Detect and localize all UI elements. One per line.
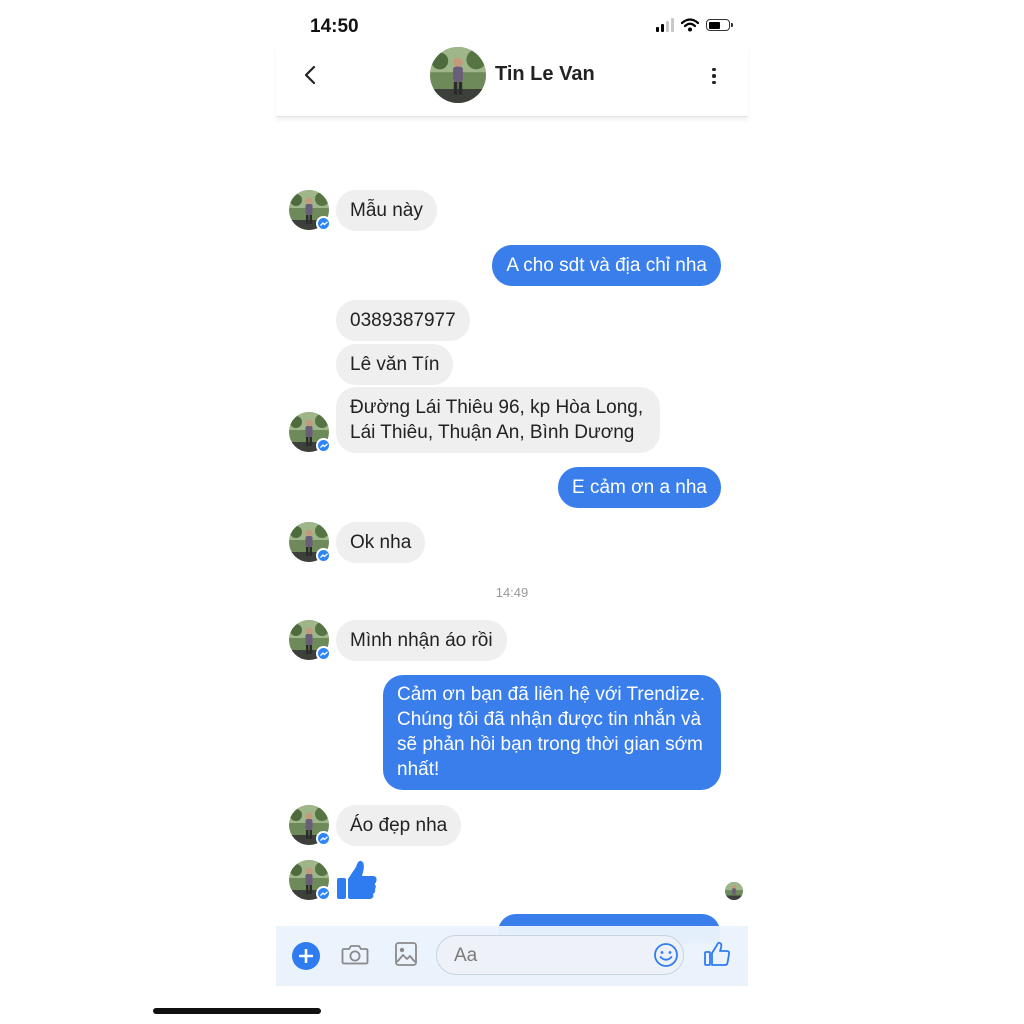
battery-icon bbox=[706, 19, 733, 31]
back-button[interactable] bbox=[298, 60, 322, 90]
signal-icon bbox=[656, 18, 674, 32]
messenger-badge-icon bbox=[316, 438, 331, 453]
sender-avatar[interactable] bbox=[289, 860, 331, 901]
thumbs-up-icon[interactable] bbox=[336, 858, 378, 902]
messenger-badge-icon bbox=[316, 886, 331, 901]
composer-bar: Aa bbox=[276, 926, 748, 986]
contact-name[interactable]: Tin Le Van bbox=[495, 63, 595, 86]
status-time: 14:50 bbox=[310, 16, 359, 37]
conversation-header: Tin Le Van bbox=[276, 44, 748, 117]
emoji-icon[interactable] bbox=[653, 942, 679, 968]
message-line: Đường Lái Thiêu 96, kp Hòa Long, bbox=[350, 397, 644, 418]
sender-avatar[interactable] bbox=[289, 522, 331, 563]
more-icon bbox=[712, 67, 716, 72]
message-line: Lái Thiêu, Thuận An, Bình Dương bbox=[350, 422, 635, 443]
message-line: Cảm ơn bạn đã liên hệ với Trendize. bbox=[397, 684, 705, 705]
sender-avatar[interactable] bbox=[289, 190, 331, 231]
sender-avatar[interactable] bbox=[289, 412, 331, 453]
camera-icon[interactable] bbox=[341, 942, 369, 966]
message-timestamp: 14:49 bbox=[495, 585, 529, 600]
incoming-message[interactable]: Đường Lái Thiêu 96, kp Hòa Long, Lái Thi… bbox=[336, 387, 660, 453]
status-icons bbox=[656, 18, 733, 32]
message-line: sẽ phản hồi bạn trong thời gian sớm bbox=[397, 734, 703, 755]
outgoing-message[interactable]: A cho sdt và địa chỉ nha bbox=[492, 245, 721, 286]
plus-icon bbox=[299, 949, 313, 963]
outgoing-message[interactable]: Cảm ơn bạn đã liên hệ với Trendize. Chún… bbox=[383, 675, 721, 790]
image-icon[interactable] bbox=[394, 941, 418, 967]
like-icon[interactable] bbox=[703, 940, 731, 968]
more-options-button[interactable] bbox=[704, 64, 724, 88]
sender-avatar[interactable] bbox=[289, 620, 331, 661]
incoming-message[interactable]: Mẫu này bbox=[336, 190, 437, 231]
message-input-placeholder: Aa bbox=[454, 945, 478, 966]
sender-avatar[interactable] bbox=[289, 805, 331, 846]
home-indicator[interactable] bbox=[153, 1008, 321, 1014]
seen-indicator-avatar bbox=[725, 882, 743, 900]
contact-avatar[interactable] bbox=[430, 47, 486, 103]
back-icon bbox=[304, 65, 316, 85]
messenger-badge-icon bbox=[316, 216, 331, 231]
incoming-message[interactable]: Lê văn Tín bbox=[336, 344, 454, 385]
incoming-message[interactable]: Ok nha bbox=[336, 522, 426, 563]
messenger-badge-icon bbox=[316, 548, 331, 563]
wifi-icon bbox=[681, 18, 699, 32]
messenger-badge-icon bbox=[316, 646, 331, 661]
incoming-message[interactable]: Mình nhận áo rồi bbox=[336, 620, 507, 661]
incoming-message[interactable]: 0389387977 bbox=[336, 300, 470, 341]
message-line: Chúng tôi đã nhận được tin nhắn và bbox=[397, 709, 702, 730]
messenger-badge-icon bbox=[316, 831, 331, 846]
messenger-screen: 14:50 Tin Le Van Mẫu này A cho sdt và đị… bbox=[276, 0, 748, 1024]
message-line: nhất! bbox=[397, 759, 440, 780]
plus-button[interactable] bbox=[292, 942, 320, 970]
incoming-message[interactable]: Áo đẹp nha bbox=[336, 805, 462, 846]
message-input[interactable]: Aa bbox=[436, 935, 684, 975]
outgoing-message[interactable]: E cảm ơn a nha bbox=[558, 467, 721, 508]
